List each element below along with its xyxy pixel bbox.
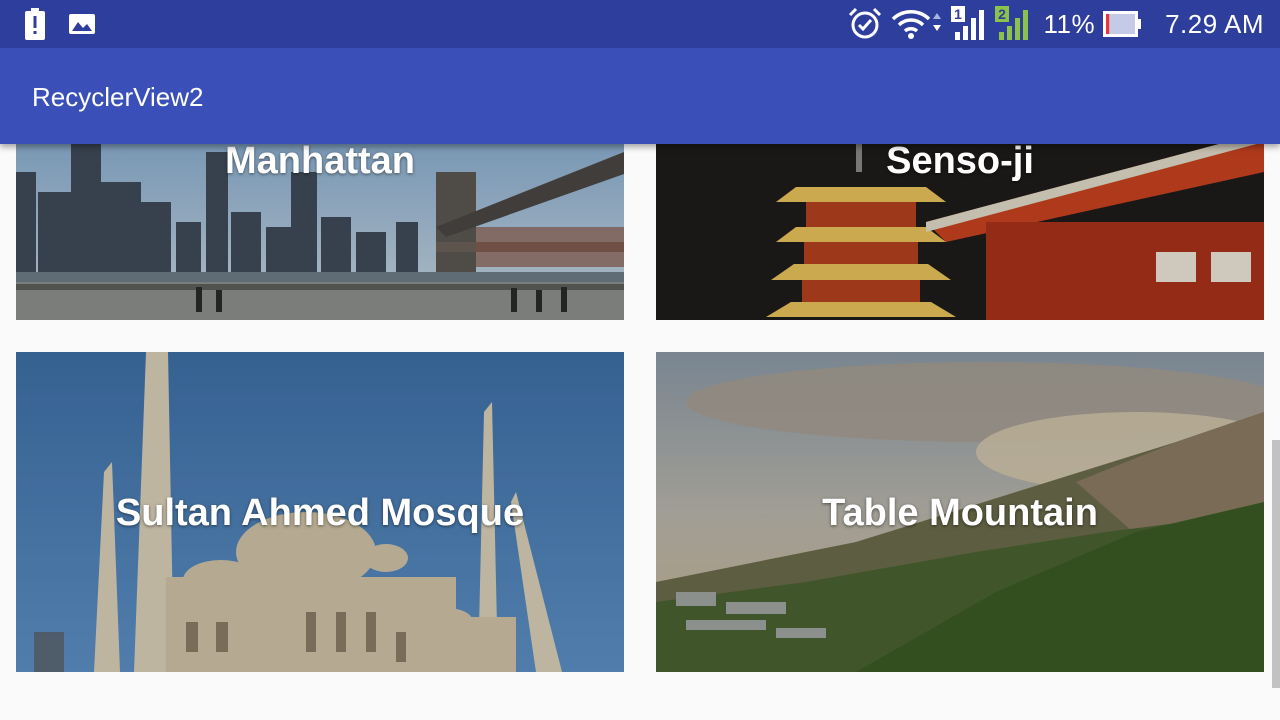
app-bar: RecyclerView2 — [0, 48, 1280, 144]
clock: 7.29 AM — [1165, 8, 1264, 39]
card-senso-ji[interactable]: Senso-ji — [656, 144, 1264, 320]
sim2-label: 2 — [999, 6, 1007, 22]
card-sultan-ahmed-mosque[interactable]: Sultan Ahmed Mosque — [16, 352, 624, 672]
battery-percent: 11% — [1043, 8, 1096, 39]
status-bar: 1 2 11% 7.29 AM — [0, 0, 1280, 48]
card-title: Sultan Ahmed Mosque — [115, 492, 525, 534]
alarm-icon — [847, 6, 883, 42]
card-manhattan[interactable]: Manhattan — [16, 144, 624, 320]
app-title: RecyclerView2 — [32, 82, 204, 112]
battery-level-fill — [1106, 14, 1110, 34]
image-icon — [68, 12, 96, 36]
battery-icon — [1103, 10, 1143, 38]
sim1-label: 1 — [955, 6, 963, 22]
wifi-icon — [891, 7, 943, 41]
card-table-mountain[interactable]: Table Mountain — [656, 352, 1264, 672]
scrollbar[interactable] — [1272, 440, 1280, 688]
recycler-view[interactable]: Manhattan Senso-ji Sultan Ahmed Mosque T… — [0, 144, 1280, 720]
signal-sim2-icon: 2 — [995, 6, 1031, 42]
signal-sim1-icon: 1 — [951, 6, 987, 42]
battery-alert-icon — [24, 8, 46, 40]
card-title: Table Mountain — [822, 492, 1098, 534]
card-title: Senso-ji — [886, 144, 1034, 182]
card-title: Manhattan — [225, 144, 415, 182]
